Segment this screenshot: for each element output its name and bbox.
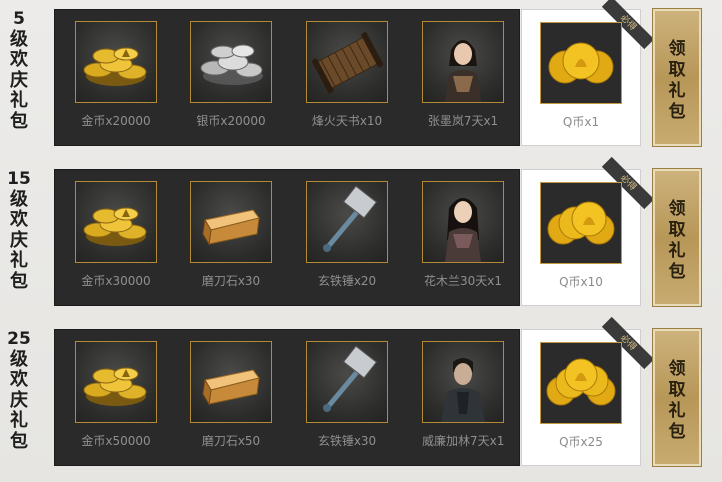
reward-item-label: Q币x1 [562,115,600,129]
q-coins-icon [540,342,622,424]
reward-item: Q币x1 [540,22,622,130]
tier-label-char: 级 [10,28,28,50]
reward-item-label: 金币x30000 [81,274,151,288]
reward-item: Q币x10 [540,182,622,290]
gold-coins-icon [75,341,157,423]
gold-coins-icon [75,181,157,263]
reward-item[interactable]: 玄铁锤x20 [306,181,388,289]
reward-item[interactable]: 金币x20000 [75,21,157,129]
whetstone-icon [190,341,272,423]
tier-level: 15 [7,169,31,189]
reward-panel: 金币x20000 银币x20000 烽火天书x10 张墨岚7天x1 [54,9,520,146]
hammer-icon [306,181,388,263]
claim-gift-button[interactable]: 领 取 礼 包 [652,328,702,467]
reward-item-label: 磨刀石x30 [201,274,261,288]
tier-label: 5 级 欢 庆 礼 包 [2,9,36,132]
tier-label-char: 级 [10,188,28,210]
reward-item[interactable]: 花木兰30天x1 [422,181,504,289]
tier-15-row: 15 级 欢 庆 礼 包 金币x30000 磨刀石x30 玄铁锤x20 花木兰3… [0,156,722,307]
reward-item-label: 银币x20000 [196,114,266,128]
character-portrait-icon [422,21,504,103]
tier-label: 15 级 欢 庆 礼 包 [2,169,36,292]
guaranteed-reward[interactable]: 必得 Q币x25 [521,316,655,466]
tier-label-char: 礼 [10,410,28,431]
tier-label-char: 庆 [10,389,28,411]
reward-item-label: 金币x20000 [81,114,151,128]
claim-gift-label: 领 取 礼 包 [668,39,686,122]
guaranteed-reward[interactable]: 必得 Q币x10 [521,156,655,306]
guaranteed-reward[interactable]: 必得 Q币x1 [521,0,655,146]
reward-item[interactable]: 磨刀石x30 [190,181,272,289]
reward-item[interactable]: 威廉加林7天x1 [422,341,504,449]
tier-25-row: 25 级 欢 庆 礼 包 金币x50000 磨刀石x50 玄铁锤x30 威廉加林… [0,316,722,467]
gold-coins-icon [75,21,157,103]
reward-item-label: Q币x25 [559,435,603,449]
tier-label-char: 级 [10,348,28,370]
tier-label-char: 包 [10,110,28,132]
tier-5-row: 5 级 欢 庆 礼 包 金币x20000 银币x20000 烽火天书x10 张墨… [0,0,722,147]
q-coins-icon [540,22,622,104]
reward-item-label: 花木兰30天x1 [423,274,502,288]
reward-panel: 金币x50000 磨刀石x50 玄铁锤x30 威廉加林7天x1 [54,329,520,466]
reward-item[interactable]: 烽火天书x10 [306,21,388,129]
whetstone-icon [190,181,272,263]
tier-label-char: 庆 [10,69,28,91]
tier-label-char: 礼 [10,250,28,271]
reward-item[interactable]: 金币x50000 [75,341,157,449]
character-portrait-icon [422,341,504,423]
tier-label-char: 礼 [10,90,28,111]
reward-item-label: 烽火天书x10 [311,114,383,128]
q-coins-icon [540,182,622,264]
tier-level: 5 [13,9,25,29]
reward-item[interactable]: 金币x30000 [75,181,157,289]
reward-item: Q币x25 [540,342,622,450]
reward-item[interactable]: 玄铁锤x30 [306,341,388,449]
reward-item[interactable]: 磨刀石x50 [190,341,272,449]
hammer-icon [306,341,388,423]
tier-label-char: 包 [10,270,28,292]
tier-label-char: 欢 [10,369,28,390]
reward-item-label: 玄铁锤x20 [317,274,377,288]
claim-gift-label: 领 取 礼 包 [668,359,686,442]
tier-label-char: 包 [10,430,28,452]
tier-label: 25 级 欢 庆 礼 包 [2,329,36,452]
reward-panel: 金币x30000 磨刀石x30 玄铁锤x20 花木兰30天x1 [54,169,520,306]
reward-item[interactable]: 张墨岚7天x1 [422,21,504,129]
claim-gift-button[interactable]: 领 取 礼 包 [652,168,702,307]
gift-pack-page: 5 级 欢 庆 礼 包 金币x20000 银币x20000 烽火天书x10 张墨… [0,0,722,482]
character-portrait-icon [422,181,504,263]
tier-label-char: 欢 [10,209,28,230]
tier-label-char: 欢 [10,49,28,70]
reward-item-label: 金币x50000 [81,434,151,448]
tier-level: 25 [7,329,31,349]
scroll-icon [306,21,388,103]
silver-coins-icon [190,21,272,103]
claim-gift-label: 领 取 礼 包 [668,199,686,282]
reward-item-label: 磨刀石x50 [201,434,261,448]
reward-item-label: 威廉加林7天x1 [422,434,505,448]
reward-item-label: Q币x10 [559,275,603,289]
reward-item[interactable]: 银币x20000 [190,21,272,129]
reward-item-label: 张墨岚7天x1 [427,114,499,128]
claim-gift-button[interactable]: 领 取 礼 包 [652,8,702,147]
tier-label-char: 庆 [10,229,28,251]
reward-item-label: 玄铁锤x30 [317,434,377,448]
